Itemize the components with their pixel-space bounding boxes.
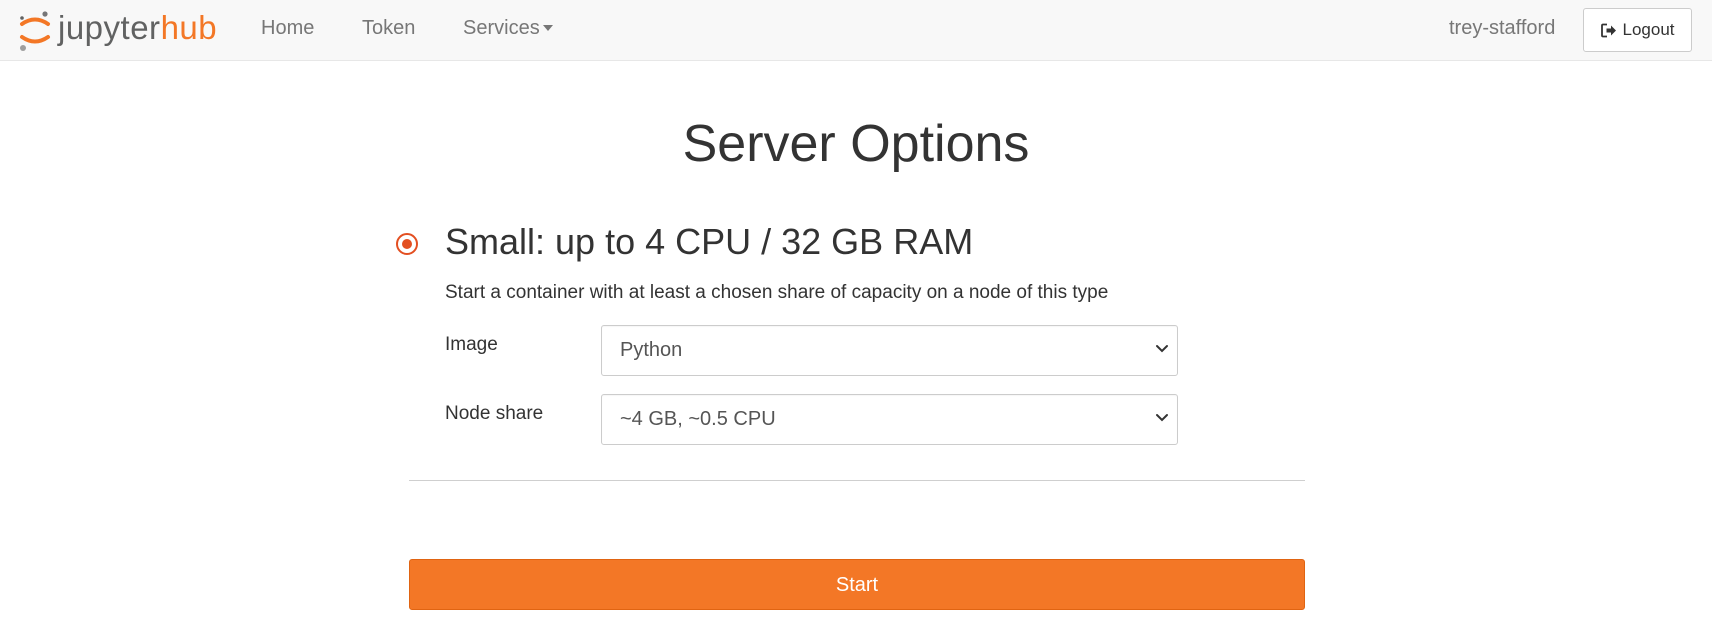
jupyter-logo-icon bbox=[20, 11, 50, 51]
caret-down-icon bbox=[542, 24, 553, 31]
image-option-label: Image bbox=[445, 334, 498, 355]
username-label: trey-stafford bbox=[1449, 17, 1556, 39]
node-share-option-label: Node share bbox=[445, 403, 544, 424]
divider bbox=[409, 480, 1305, 481]
node-share-select[interactable]: ~4 GB, ~0.5 CPU bbox=[601, 394, 1178, 445]
image-select[interactable]: Python bbox=[601, 325, 1178, 376]
page-title: Server Options bbox=[682, 115, 1030, 173]
logout-button[interactable]: Logout bbox=[1583, 8, 1692, 52]
nav-token-link[interactable]: Token bbox=[362, 0, 415, 60]
logout-label: Logout bbox=[1622, 20, 1675, 39]
jupyterhub-logo[interactable]: jupyterhub bbox=[18, 6, 217, 54]
sign-out-icon bbox=[1600, 23, 1616, 37]
nav-services-label: Services bbox=[463, 17, 540, 39]
image-select-value: Python bbox=[620, 339, 683, 361]
profile-description: Start a container with at least a chosen… bbox=[445, 282, 1109, 303]
chevron-down-icon bbox=[1156, 345, 1168, 353]
navbar: jupyterhub Home Token Services trey-staf… bbox=[0, 0, 1712, 61]
brand-text: jupyterhub bbox=[58, 11, 217, 44]
node-share-select-value: ~4 GB, ~0.5 CPU bbox=[620, 408, 776, 430]
profile-name: Small: up to 4 CPU / 32 GB RAM bbox=[445, 221, 974, 262]
nav-services-dropdown[interactable]: Services bbox=[463, 0, 553, 60]
chevron-down-icon bbox=[1156, 414, 1168, 422]
profile-radio-button[interactable] bbox=[396, 233, 418, 255]
brand-jupyter-text: jupyter bbox=[58, 8, 161, 46]
brand-hub-text: hub bbox=[160, 8, 218, 46]
nav-home-link[interactable]: Home bbox=[261, 0, 314, 60]
start-button[interactable]: Start bbox=[409, 559, 1305, 610]
